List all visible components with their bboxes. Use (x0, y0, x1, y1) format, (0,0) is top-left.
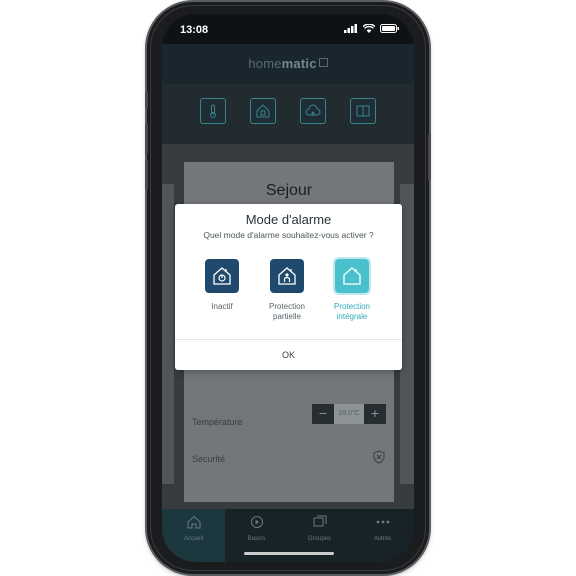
option-protection-integrale[interactable]: Protection intégrale (322, 259, 382, 322)
alarm-mode-dialog: Mode d'alarme Quel mode d'alarme souhait… (175, 204, 402, 370)
house-person-icon (278, 267, 296, 285)
battery-icon (380, 24, 400, 36)
wifi-icon (362, 23, 376, 36)
notch (218, 14, 358, 36)
volume-down-button (145, 160, 148, 190)
status-time: 13:08 (180, 24, 209, 36)
house-outline-icon (343, 267, 361, 285)
option-inactif[interactable]: Inactif (192, 259, 252, 312)
option-label-selected: Protection intégrale (333, 302, 371, 321)
option-icon-box (270, 259, 304, 293)
option-label: Protection partielle (268, 302, 306, 321)
option-icon-box-selected (335, 259, 369, 293)
status-bar: 13:08 (162, 14, 414, 44)
status-icons (344, 23, 400, 36)
mute-switch (145, 92, 148, 108)
ok-button[interactable]: OK (175, 340, 402, 370)
house-power-icon (213, 267, 231, 285)
volume-up-button (145, 124, 148, 154)
option-label: Inactif (211, 302, 233, 311)
stage: 13:08 homematic Sejour Température − 19.… (0, 0, 576, 576)
dialog-title: Mode d'alarme (245, 212, 332, 227)
option-icon-box (205, 259, 239, 293)
option-protection-partielle[interactable]: Protection partielle (257, 259, 317, 322)
power-button (428, 134, 431, 180)
signal-icon (344, 24, 358, 36)
dialog-subtitle: Quel mode d'alarme souhaitez-vous active… (203, 230, 374, 240)
home-indicator (244, 552, 334, 555)
